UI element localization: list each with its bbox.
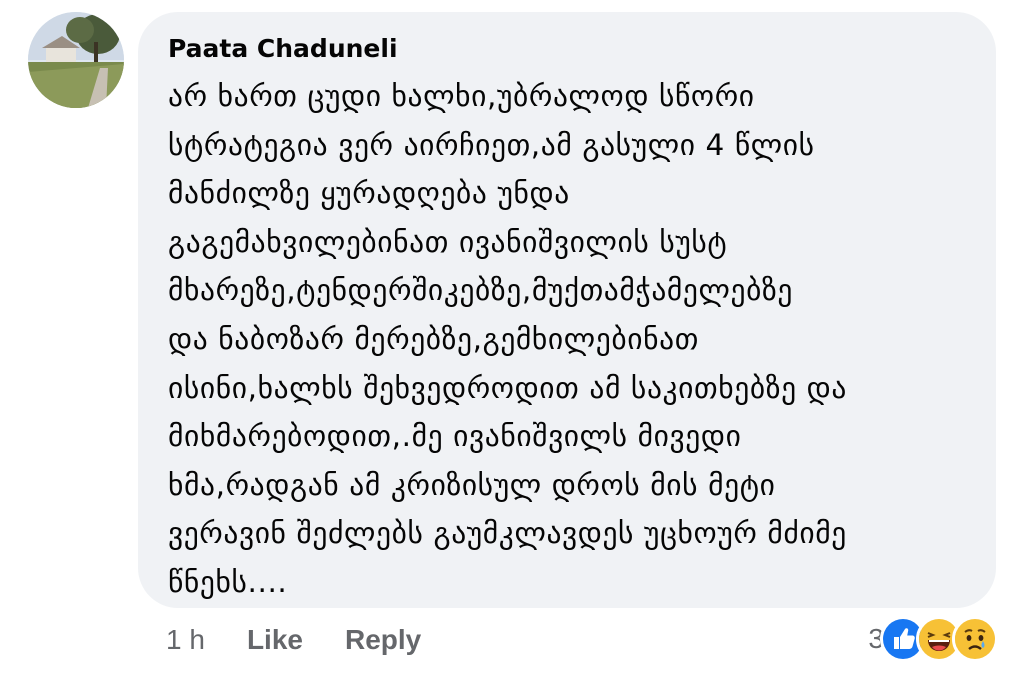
comment-bubble: Paata Chaduneli არ ხართ ცუდი ხალხი,უბრალ…	[138, 12, 996, 608]
comment-timestamp[interactable]: 1 h	[166, 624, 205, 656]
reaction-summary[interactable]: 3	[868, 616, 998, 662]
comment-actions: 1 h Like Reply	[166, 618, 463, 662]
comment-text: არ ხართ ცუდი ხალხი,უბრალოდ სწორი სტრატეგ…	[168, 79, 847, 599]
like-button[interactable]: Like	[247, 624, 303, 656]
reply-button[interactable]: Reply	[345, 624, 421, 656]
comment-author[interactable]: Paata Chaduneli	[168, 34, 976, 64]
avatar[interactable]	[28, 12, 124, 108]
sad-icon	[952, 616, 998, 662]
